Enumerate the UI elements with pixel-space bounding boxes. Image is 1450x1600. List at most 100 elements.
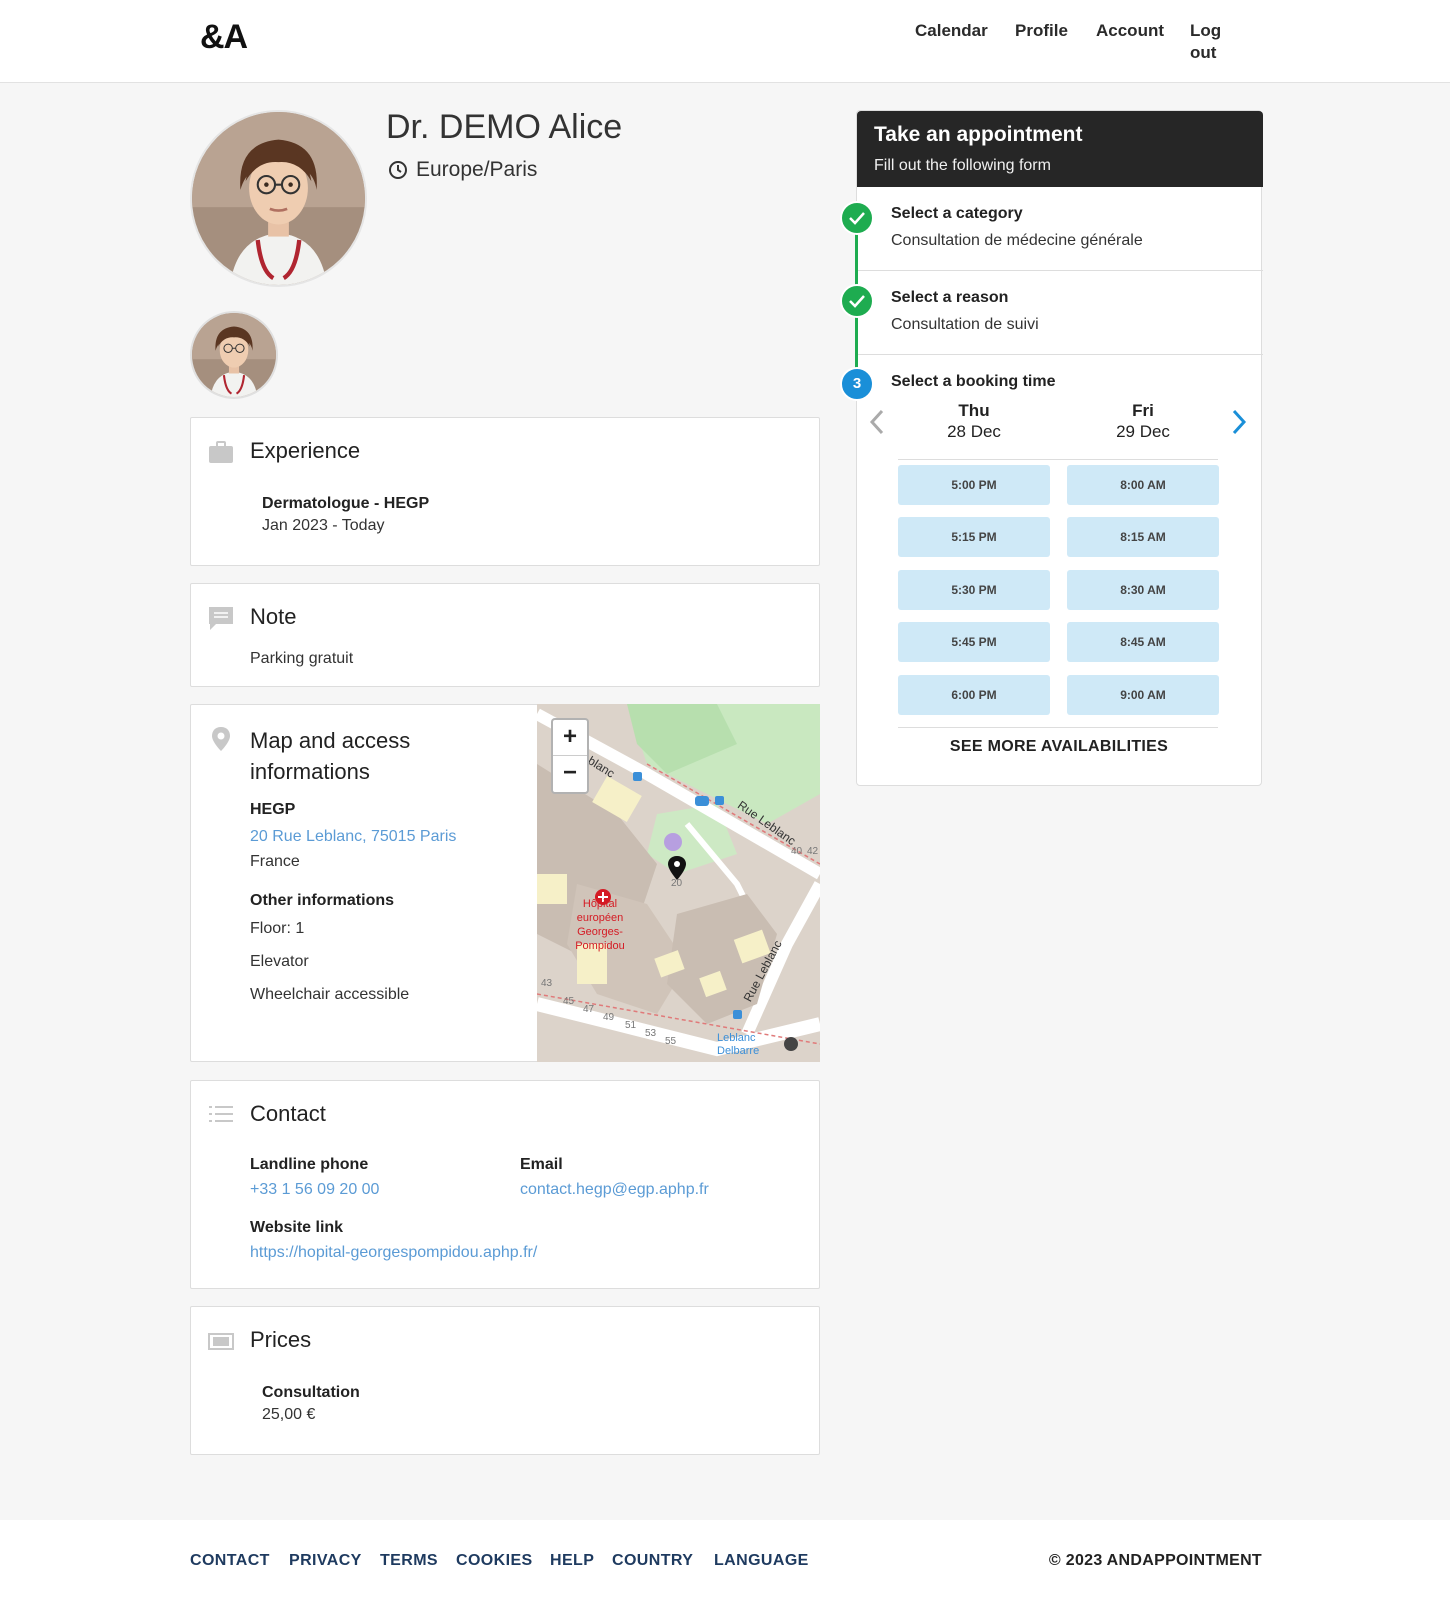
day-date: 29 Dec bbox=[1116, 422, 1170, 441]
footer-link-privacy[interactable]: PRIVACY bbox=[289, 1552, 362, 1570]
nav-profile[interactable]: Profile bbox=[1015, 20, 1068, 42]
map-number: 45 bbox=[563, 996, 575, 1007]
footer: CONTACT PRIVACY TERMS COOKIES HELP COUNT… bbox=[0, 1520, 1450, 1600]
map-title-line2: informations bbox=[250, 759, 370, 784]
time-slot[interactable]: 9:00 AM bbox=[1067, 675, 1219, 715]
footer-link-language[interactable]: LANGUAGE bbox=[714, 1552, 809, 1570]
other-info-wheelchair: Wheelchair accessible bbox=[250, 986, 410, 1003]
map-number: 40 bbox=[791, 846, 803, 857]
nav-calendar[interactable]: Calendar bbox=[915, 20, 988, 42]
website-label: Website link bbox=[250, 1219, 344, 1236]
booking-title: Take an appointment bbox=[874, 123, 1083, 146]
map-zoom-control: + − bbox=[551, 718, 589, 794]
step-done-check-icon bbox=[840, 201, 874, 235]
note-card: Note Parking gratuit bbox=[190, 583, 820, 687]
doctor-avatar-thumbnail[interactable] bbox=[190, 311, 278, 399]
email-link[interactable]: contact.hegp@egp.aphp.fr bbox=[520, 1181, 709, 1199]
banknote-icon bbox=[208, 1333, 234, 1350]
time-slot[interactable]: 8:30 AM bbox=[1067, 570, 1219, 610]
price-amount: 25,00 € bbox=[262, 1406, 316, 1423]
zoom-out-button[interactable]: − bbox=[553, 756, 587, 792]
email-label: Email bbox=[520, 1156, 563, 1173]
step-reason[interactable]: Select a reason Consultation de suivi bbox=[857, 271, 1263, 355]
time-slot[interactable]: 5:45 PM bbox=[898, 622, 1050, 662]
note-text: Parking gratuit bbox=[250, 650, 354, 667]
map-number: 49 bbox=[603, 1012, 615, 1023]
comment-icon bbox=[209, 607, 233, 630]
other-info-floor: Floor: 1 bbox=[250, 920, 305, 937]
time-slot[interactable]: 5:00 PM bbox=[898, 465, 1050, 505]
divider bbox=[898, 459, 1218, 460]
contact-card: Contact Landline phone +33 1 56 09 20 00… bbox=[190, 1080, 820, 1289]
location-map[interactable]: Hôpital européen Georges- Pompidou Rue L… bbox=[537, 704, 820, 1062]
doctor-avatar-large bbox=[190, 110, 367, 287]
map-hospital-line2: européen bbox=[576, 912, 624, 924]
place-name: HEGP bbox=[250, 801, 296, 818]
experience-card: Experience Dermatologue - HEGP Jan 2023 … bbox=[190, 417, 820, 566]
timezone-label: Europe/Paris bbox=[416, 158, 538, 181]
see-more-availabilities-button[interactable]: SEE MORE AVAILABILITIES bbox=[856, 738, 1262, 756]
prices-card: Prices Consultation 25,00 € bbox=[190, 1306, 820, 1455]
booking-header: Take an appointment Fill out the followi… bbox=[857, 111, 1263, 187]
address-link[interactable]: 20 Rue Leblanc, 75015 Paris bbox=[250, 828, 456, 846]
nav-account[interactable]: Account bbox=[1096, 20, 1164, 42]
step-category-title: Select a category bbox=[891, 205, 1023, 222]
time-slot[interactable]: 5:30 PM bbox=[898, 570, 1050, 610]
step-reason-value: Consultation de suivi bbox=[891, 316, 1039, 333]
time-slot[interactable]: 5:15 PM bbox=[898, 517, 1050, 557]
other-info-elevator: Elevator bbox=[250, 953, 309, 970]
footer-link-country[interactable]: COUNTRY bbox=[612, 1552, 693, 1570]
day-name: Thu bbox=[958, 401, 990, 420]
map-hospital-line1: Hôpital bbox=[582, 898, 618, 910]
briefcase-icon bbox=[209, 441, 233, 463]
experience-role: Dermatologue - HEGP bbox=[262, 495, 430, 512]
prices-title: Prices bbox=[250, 1327, 312, 1352]
note-title: Note bbox=[250, 604, 297, 629]
footer-link-terms[interactable]: TERMS bbox=[380, 1552, 438, 1570]
map-hospital-label: Hôpital européen Georges- Pompidou bbox=[567, 897, 633, 953]
footer-link-contact[interactable]: CONTACT bbox=[190, 1552, 270, 1570]
booking-subtitle: Fill out the following form bbox=[874, 157, 1051, 174]
day-name: Fri bbox=[1132, 401, 1154, 420]
step-done-check-icon bbox=[840, 284, 874, 318]
doctor-name: Dr. DEMO Alice bbox=[386, 108, 623, 146]
location-pin-icon bbox=[212, 727, 230, 751]
nav-logout-line2: out bbox=[1190, 43, 1217, 62]
time-slot[interactable]: 8:45 AM bbox=[1067, 622, 1219, 662]
phone-link[interactable]: +33 1 56 09 20 00 bbox=[250, 1181, 379, 1199]
step-reason-title: Select a reason bbox=[891, 289, 1009, 306]
time-slot[interactable]: 8:00 AM bbox=[1067, 465, 1219, 505]
step-number-badge: 3 bbox=[840, 367, 874, 401]
price-item: Consultation bbox=[262, 1384, 360, 1401]
list-icon bbox=[209, 1106, 233, 1122]
nav-logout[interactable]: Log out bbox=[1190, 20, 1221, 64]
step-category[interactable]: Select a category Consultation de médeci… bbox=[857, 187, 1263, 271]
map-hospital-line3: Georges- bbox=[577, 926, 623, 938]
map-stop-line2: Delbarre bbox=[717, 1045, 760, 1057]
map-hospital-line4: Pompidou bbox=[575, 940, 625, 952]
website-link[interactable]: https://hopital-georgespompidou.aphp.fr/ bbox=[250, 1244, 537, 1262]
timezone: Europe/Paris bbox=[388, 158, 537, 182]
zoom-in-button[interactable]: + bbox=[553, 720, 587, 756]
clock-icon bbox=[389, 161, 407, 179]
experience-title: Experience bbox=[250, 438, 361, 463]
map-title: Map and access informations bbox=[250, 725, 410, 787]
contact-title: Contact bbox=[250, 1101, 326, 1126]
next-week-chevron-right-icon[interactable] bbox=[1226, 405, 1250, 439]
map-stop-line1: Leblanc bbox=[717, 1032, 756, 1044]
time-slot[interactable]: 6:00 PM bbox=[898, 675, 1050, 715]
day-date: 28 Dec bbox=[947, 422, 1001, 441]
copyright: © 2023 ANDAPPOINTMENT bbox=[1048, 1552, 1262, 1569]
footer-link-help[interactable]: HELP bbox=[550, 1552, 594, 1570]
step-time-title: Select a booking time bbox=[891, 373, 1056, 390]
day-header-thu: Thu 28 Dec bbox=[914, 400, 1034, 442]
day-header-fri: Fri 29 Dec bbox=[1083, 400, 1203, 442]
brand-logo[interactable]: &A bbox=[200, 18, 248, 57]
phone-label: Landline phone bbox=[250, 1156, 369, 1173]
prev-week-chevron-left-icon[interactable] bbox=[866, 405, 890, 439]
time-slot[interactable]: 8:15 AM bbox=[1067, 517, 1219, 557]
map-number: 47 bbox=[583, 1004, 595, 1015]
footer-link-cookies[interactable]: COOKIES bbox=[456, 1552, 533, 1570]
top-navbar: &A Calendar Profile Account Log out bbox=[0, 0, 1450, 83]
map-stop-label: Leblanc Delbarre bbox=[717, 1032, 759, 1058]
